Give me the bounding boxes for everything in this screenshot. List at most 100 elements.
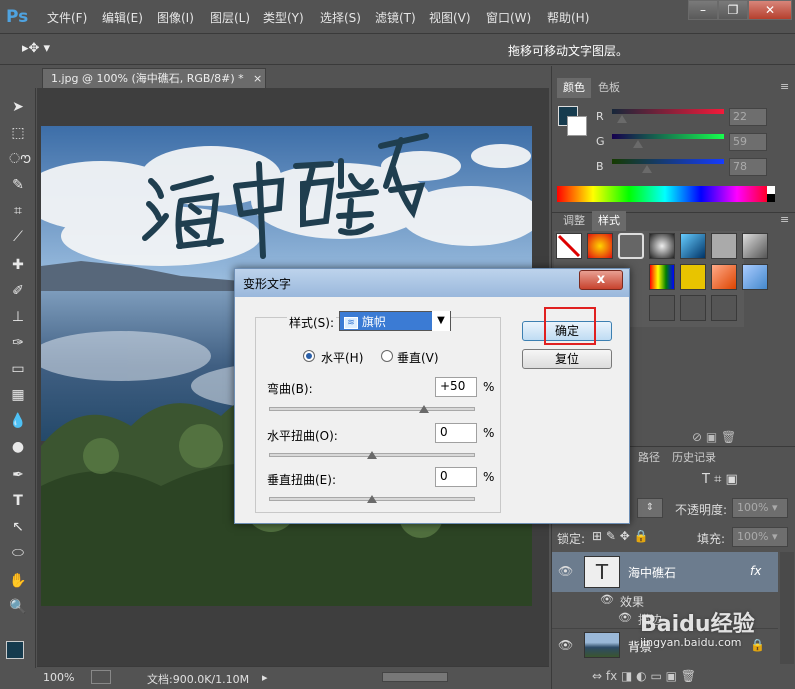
style-select[interactable]: ≋ 旗帜 ▼: [339, 311, 451, 331]
menu-window[interactable]: 窗口(W): [486, 9, 531, 26]
reset-button[interactable]: 复位: [522, 349, 612, 369]
lasso-tool-icon[interactable]: ൗ: [9, 150, 30, 168]
zoom-tool-icon[interactable]: 🔍: [9, 598, 27, 616]
dialog-close-button[interactable]: x: [579, 270, 623, 290]
style-metal-icon[interactable]: [742, 233, 768, 259]
lock-icons[interactable]: ⊞ ✎ ✥ 🔒: [592, 529, 649, 543]
history-brush-tool-icon[interactable]: ✑: [9, 334, 27, 352]
healing-tool-icon[interactable]: ✚: [9, 256, 27, 274]
restore-button[interactable]: ❐: [718, 0, 748, 20]
color-ramp[interactable]: [557, 186, 773, 202]
shape-tool-icon[interactable]: ⬭: [9, 544, 27, 562]
tab-history[interactable]: 历史记录: [666, 448, 722, 468]
layers-footer-icons[interactable]: ⇔ fx ◨ ◐ ▭ ▣ 🗑: [592, 669, 696, 683]
hdist-slider-thumb[interactable]: [367, 451, 377, 459]
layer-row-text[interactable]: 👁 T 海中礁石 fx: [552, 552, 778, 592]
menu-select[interactable]: 选择(S): [320, 9, 361, 26]
gradient-tool-icon[interactable]: ▦: [9, 386, 27, 404]
styles-footer-icons[interactable]: ⊘ ▣ 🗑: [692, 430, 736, 444]
hand-tool-icon[interactable]: ✋: [9, 572, 27, 590]
panel-menu-icon[interactable]: ≡: [780, 80, 789, 93]
hdist-input[interactable]: 0: [435, 423, 477, 443]
vdist-slider-thumb[interactable]: [367, 495, 377, 503]
style-blue-icon[interactable]: [680, 233, 706, 259]
menu-layer[interactable]: 图层(L): [210, 9, 250, 26]
blur-tool-icon[interactable]: 💧: [9, 412, 27, 430]
visibility-eye-icon[interactable]: 👁: [600, 593, 614, 606]
channel-r-thumb[interactable]: [617, 115, 628, 123]
style-empty-icon[interactable]: [711, 295, 737, 321]
color-ramp-bw[interactable]: [767, 186, 775, 202]
eyedropper-tool-icon[interactable]: ⟋: [9, 228, 27, 246]
document-tab[interactable]: 1.jpg @ 100% (海中礁石, RGB/8#) * ×: [42, 68, 266, 88]
chevron-down-icon[interactable]: ▼: [432, 311, 450, 331]
channel-r-value[interactable]: 22: [729, 108, 767, 126]
style-empty-icon[interactable]: [680, 295, 706, 321]
tab-swatches[interactable]: 色板: [592, 78, 626, 98]
layer-name[interactable]: 海中礁石: [628, 564, 676, 581]
style-gray-icon[interactable]: [711, 233, 737, 259]
style-sphere-icon[interactable]: [649, 233, 675, 259]
channel-r-slider[interactable]: [612, 109, 724, 114]
eraser-tool-icon[interactable]: ▭: [9, 360, 27, 378]
bend-slider[interactable]: [269, 407, 475, 411]
brush-tool-icon[interactable]: ✐: [9, 282, 27, 300]
channel-g-value[interactable]: 59: [729, 133, 767, 151]
quick-select-tool-icon[interactable]: ✎: [9, 176, 27, 194]
style-fire-icon[interactable]: [587, 233, 613, 259]
stamp-tool-icon[interactable]: ⊥: [9, 308, 27, 326]
panel-menu-icon[interactable]: ≡: [780, 213, 789, 226]
dodge-tool-icon[interactable]: ●: [9, 438, 27, 456]
horizontal-scrollbar[interactable]: [382, 672, 448, 682]
fx-icon[interactable]: fx: [750, 564, 761, 578]
blend-mode-select[interactable]: ⇕: [637, 498, 663, 518]
visibility-eye-icon[interactable]: 👁: [558, 564, 573, 578]
move-tool-icon[interactable]: ▸✥ ▾: [22, 41, 50, 56]
minimize-button[interactable]: –: [688, 0, 718, 20]
menu-image[interactable]: 图像(I): [157, 9, 194, 26]
style-orange-icon[interactable]: [711, 264, 737, 290]
pen-tool-icon[interactable]: ✒: [9, 466, 27, 484]
crop-tool-icon[interactable]: ⌗: [9, 202, 27, 220]
tab-close-icon[interactable]: ×: [253, 69, 262, 89]
channel-b-thumb[interactable]: [641, 165, 652, 173]
channel-g-slider[interactable]: [612, 134, 724, 139]
type-tool-icon[interactable]: T: [9, 492, 27, 510]
style-sky-icon[interactable]: [742, 264, 768, 290]
foreground-color-swatch[interactable]: [6, 641, 24, 659]
bend-input[interactable]: +50: [435, 377, 477, 397]
vdist-input[interactable]: 0: [435, 467, 477, 487]
menu-edit[interactable]: 编辑(E): [102, 9, 143, 26]
style-none-icon[interactable]: [556, 233, 582, 259]
menu-help[interactable]: 帮助(H): [547, 9, 589, 26]
tab-paths[interactable]: 路径: [632, 448, 666, 468]
style-empty-icon[interactable]: [649, 295, 675, 321]
tab-styles[interactable]: 样式: [592, 211, 626, 231]
move-tool-icon[interactable]: ➤: [9, 98, 27, 116]
menu-filter[interactable]: 滤镜(T): [375, 9, 416, 26]
bend-slider-thumb[interactable]: [418, 405, 429, 413]
close-window-button[interactable]: ✕: [748, 0, 792, 20]
menu-view[interactable]: 视图(V): [429, 9, 471, 26]
status-arrow-icon[interactable]: ▸: [262, 671, 268, 684]
path-select-tool-icon[interactable]: ↖: [9, 518, 27, 536]
visibility-eye-icon[interactable]: 👁: [618, 611, 632, 624]
style-bevel-icon[interactable]: [618, 233, 644, 259]
layer-filter-icons[interactable]: T ⌗ ▣: [702, 472, 738, 487]
fill-field[interactable]: 100% ▾: [732, 527, 788, 547]
style-rainbow-icon[interactable]: [649, 264, 675, 290]
channel-g-thumb[interactable]: [632, 140, 643, 148]
marquee-tool-icon[interactable]: ⬚: [9, 124, 27, 142]
color-background-swatch[interactable]: [567, 116, 587, 136]
tab-adjustments[interactable]: 调整: [557, 211, 591, 231]
visibility-eye-icon[interactable]: 👁: [558, 638, 573, 652]
menu-type[interactable]: 类型(Y): [263, 9, 304, 26]
opacity-field[interactable]: 100% ▾: [732, 498, 788, 518]
channel-b-slider[interactable]: [612, 159, 724, 164]
layers-scrollbar[interactable]: [780, 552, 794, 664]
channel-b-value[interactable]: 78: [729, 158, 767, 176]
zoom-level[interactable]: 100%: [43, 671, 74, 684]
status-icon[interactable]: [91, 670, 111, 684]
horizontal-radio[interactable]: [303, 350, 315, 362]
tab-color[interactable]: 颜色: [557, 78, 591, 98]
